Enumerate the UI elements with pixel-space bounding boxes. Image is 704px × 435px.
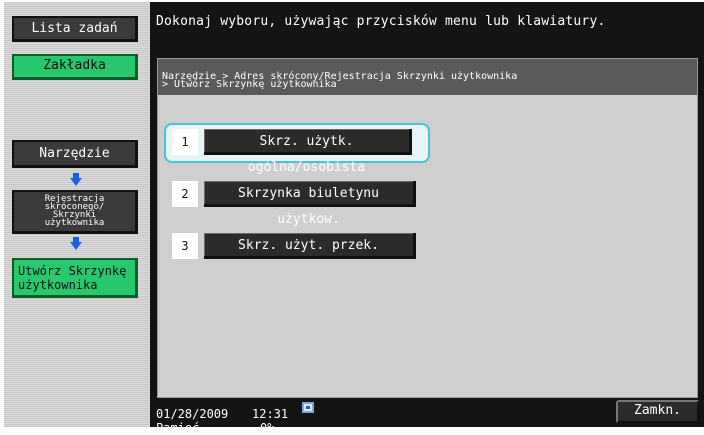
job-list-button[interactable]: Lista zadań xyxy=(12,16,138,42)
option-number: 1 xyxy=(172,129,198,155)
option-button-general-personal[interactable]: Skrz. użytk. ogólna/osobista xyxy=(204,129,412,175)
close-button[interactable]: Zamkn. xyxy=(616,400,700,424)
nav-create-box-button[interactable]: Utwórz Skrzynkę użytkownika xyxy=(12,258,138,298)
option-number: 2 xyxy=(172,181,198,207)
nav-registration-line4: użytkownika xyxy=(44,218,105,228)
nav-create-box-line2: użytkownika xyxy=(18,278,98,292)
nav-create-box-line1: Utwórz Skrzynkę xyxy=(18,264,127,278)
options-panel: Narzędzie > Adres skrócony/Rejestracja S… xyxy=(157,58,698,398)
status-date: 01/28/2009 xyxy=(156,407,229,421)
status-time: 12:31 xyxy=(252,407,289,421)
option-button-bulletin[interactable]: Skrzynka biuletynu użytkow. xyxy=(204,181,416,227)
breadcrumb: Narzędzie > Adres skrócony/Rejestracja S… xyxy=(158,59,697,95)
nav-tool-label: Narzędzie xyxy=(39,146,110,161)
job-list-label: Lista zadań xyxy=(31,21,118,36)
memory-value: 0% xyxy=(260,421,275,435)
option-button-relay[interactable]: Skrz. użyt. przek. xyxy=(204,233,416,259)
network-icon xyxy=(302,402,314,413)
instruction-message: Dokonaj wyboru, używając przycisków menu… xyxy=(156,14,606,29)
close-label: Zamkn. xyxy=(634,403,681,418)
option-number: 3 xyxy=(172,233,198,259)
main-area: Dokonaj wyboru, używając przycisków menu… xyxy=(150,2,704,435)
memory-label: Pamięć xyxy=(156,421,200,435)
arrow-down-icon xyxy=(70,178,82,186)
nav-registration-button[interactable]: Rejestracja skróconego/ Skrzynki użytkow… xyxy=(12,190,138,234)
sidebar: Lista zadań Zakładka Narzędzie Rejestrac… xyxy=(4,2,150,427)
tab-button[interactable]: Zakładka xyxy=(12,54,138,80)
nav-tool-button[interactable]: Narzędzie xyxy=(12,140,138,168)
tab-label: Zakładka xyxy=(43,58,106,73)
screen-frame: Lista zadań Zakładka Narzędzie Rejestrac… xyxy=(4,2,704,435)
breadcrumb-line2: > Utwórz Skrzynkę użytkownika xyxy=(162,79,337,90)
arrow-down-icon-2 xyxy=(70,242,82,250)
